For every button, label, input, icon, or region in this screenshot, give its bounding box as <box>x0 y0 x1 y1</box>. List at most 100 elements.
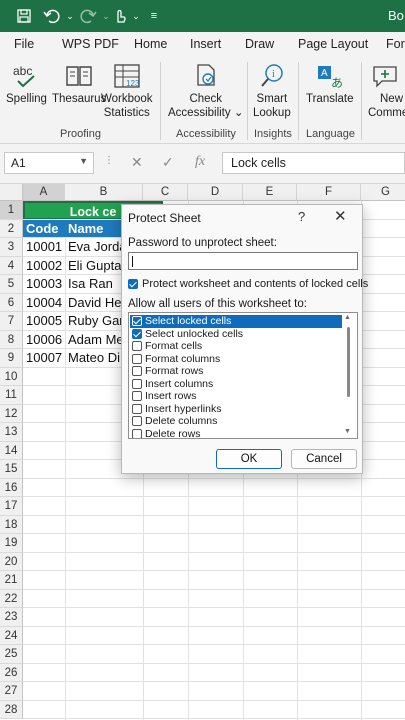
code-cell[interactable]: 10007 <box>23 349 65 368</box>
scroll-up-icon[interactable]: ▲ <box>344 314 351 321</box>
close-icon[interactable]: ✕ <box>334 207 347 225</box>
row-header[interactable]: 6 <box>0 293 23 312</box>
code-cell[interactable]: 10003 <box>23 275 65 294</box>
touch-dropdown-icon[interactable]: ⌄ <box>126 6 146 26</box>
row-header[interactable]: 9 <box>0 349 23 368</box>
code-cell[interactable]: 10005 <box>23 312 65 331</box>
code-cell[interactable]: 10001 <box>23 238 65 257</box>
row-header[interactable]: 23 <box>0 608 23 627</box>
protect-worksheet-checkbox[interactable] <box>128 279 138 289</box>
cancel-button[interactable]: Cancel <box>291 449 357 469</box>
redo-icon[interactable] <box>78 6 98 26</box>
permission-item[interactable]: Select locked cells <box>130 315 342 328</box>
tab-wps-pdf[interactable]: WPS PDF <box>62 37 119 51</box>
header-cell-code[interactable]: Code <box>23 219 65 238</box>
select-all-corner[interactable] <box>0 184 23 201</box>
customize-icon[interactable]: ≡ <box>144 6 164 26</box>
row-header[interactable]: 22 <box>0 589 23 608</box>
spelling-button[interactable]: abc Spelling <box>6 60 47 106</box>
tab-home[interactable]: Home <box>134 37 167 51</box>
permission-checkbox[interactable] <box>132 341 142 351</box>
column-header-f[interactable]: F <box>297 184 361 201</box>
permission-item[interactable]: Delete rows <box>130 428 342 438</box>
permission-checkbox[interactable] <box>132 366 142 376</box>
row-header[interactable]: 26 <box>0 663 23 682</box>
row-header[interactable]: 28 <box>0 700 23 719</box>
save-icon[interactable] <box>14 6 34 26</box>
cancel-icon[interactable]: ✕ <box>131 154 143 171</box>
name-box[interactable]: A1 ▼ <box>4 152 94 174</box>
row-header[interactable]: 8 <box>0 330 23 349</box>
permission-checkbox[interactable] <box>132 403 142 414</box>
row-header[interactable]: 18 <box>0 515 23 534</box>
ok-button[interactable]: OK <box>216 449 282 469</box>
row-header[interactable]: 2 <box>0 219 23 238</box>
workbook-statistics-button[interactable]: 123 Workbook Statistics <box>101 60 153 120</box>
permission-item[interactable]: Format cells <box>130 340 342 353</box>
row-header[interactable]: 25 <box>0 645 23 664</box>
column-header-b[interactable]: B <box>65 184 143 201</box>
column-header-g[interactable]: G <box>361 184 405 201</box>
permission-checkbox[interactable] <box>132 428 142 438</box>
permission-checkbox[interactable] <box>132 316 142 326</box>
insert-function-icon[interactable]: fx <box>195 154 205 170</box>
permission-checkbox[interactable] <box>132 416 142 426</box>
row-header[interactable]: 13 <box>0 423 23 442</box>
tab-draw[interactable]: Draw <box>245 37 274 51</box>
new-comment-button[interactable]: New Comme <box>368 60 405 120</box>
row-header[interactable]: 15 <box>0 460 23 479</box>
row-header[interactable]: 14 <box>0 441 23 460</box>
row-header[interactable]: 5 <box>0 275 23 294</box>
help-icon[interactable]: ? <box>298 209 305 224</box>
code-cell[interactable]: 10006 <box>23 331 65 350</box>
tab-insert[interactable]: Insert <box>190 37 221 51</box>
permission-item[interactable]: Insert columns <box>130 378 342 391</box>
row-header[interactable]: 16 <box>0 478 23 497</box>
row-header[interactable]: 17 <box>0 497 23 516</box>
row-header[interactable]: 3 <box>0 238 23 257</box>
smart-lookup-button[interactable]: i Smart Lookup <box>253 60 291 120</box>
permission-checkbox[interactable] <box>132 378 142 389</box>
permission-item[interactable]: Format rows <box>130 365 342 378</box>
permissions-list[interactable]: ▲ ▼ Select locked cells Select unlocked c… <box>128 312 358 439</box>
translate-button[interactable]: Aあ Translate <box>306 60 354 106</box>
column-header-a[interactable]: A <box>23 184 65 201</box>
enter-icon[interactable]: ✓ <box>162 154 174 171</box>
code-cell[interactable]: 10002 <box>23 257 65 276</box>
row-header[interactable]: 4 <box>0 256 23 275</box>
thesaurus-button[interactable]: Thesaurus <box>52 60 106 106</box>
permission-checkbox[interactable] <box>132 391 142 401</box>
column-header-e[interactable]: E <box>243 184 297 201</box>
permission-item[interactable]: Format columns <box>130 353 342 366</box>
tab-formulas[interactable]: For <box>386 37 405 51</box>
permission-checkbox[interactable] <box>132 353 142 364</box>
permission-item[interactable]: Select unlocked cells <box>130 328 342 341</box>
tab-page-layout[interactable]: Page Layout <box>298 37 368 51</box>
check-accessibility-button[interactable]: Check Accessibility ⌄ <box>168 60 243 120</box>
permission-item[interactable]: Delete columns <box>130 415 342 428</box>
row-header[interactable]: 11 <box>0 386 23 405</box>
permission-checkbox[interactable] <box>132 328 142 339</box>
row-header[interactable]: 21 <box>0 571 23 590</box>
tab-file[interactable]: File <box>14 37 34 51</box>
formula-input[interactable]: Lock cells <box>222 152 405 174</box>
row-header[interactable]: 19 <box>0 534 23 553</box>
column-header-c[interactable]: C <box>143 184 188 201</box>
row-header[interactable]: 27 <box>0 682 23 701</box>
row-header[interactable]: 24 <box>0 626 23 645</box>
chevron-down-icon[interactable]: ▼ <box>79 156 88 166</box>
column-header-d[interactable]: D <box>188 184 243 201</box>
permission-item[interactable]: Insert hyperlinks <box>130 403 342 416</box>
password-input[interactable] <box>128 252 358 270</box>
scrollbar-thumb[interactable] <box>347 327 350 397</box>
undo-dropdown-icon[interactable]: ⌄ <box>60 6 80 26</box>
row-header[interactable]: 20 <box>0 552 23 571</box>
row-header[interactable]: 12 <box>0 404 23 423</box>
undo-icon[interactable] <box>42 6 62 26</box>
row-header[interactable]: 10 <box>0 367 23 386</box>
row-header[interactable]: 7 <box>0 312 23 331</box>
scroll-down-icon[interactable]: ▼ <box>344 428 351 435</box>
row-header[interactable]: 1 <box>0 201 23 220</box>
code-cell[interactable]: 10004 <box>23 294 65 313</box>
permission-item[interactable]: Insert rows <box>130 390 342 403</box>
